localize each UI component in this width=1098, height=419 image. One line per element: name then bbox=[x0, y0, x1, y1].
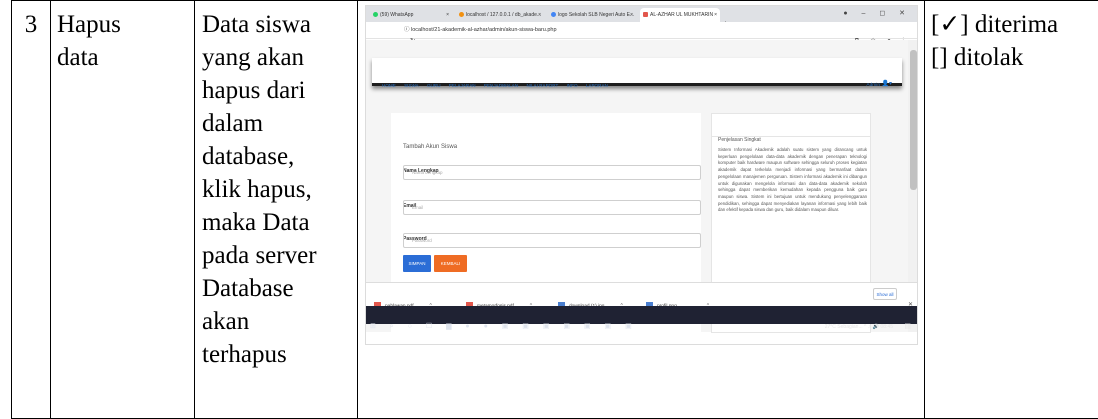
activity-cell: Hapus data bbox=[50, 0, 195, 419]
tab-whatsapp[interactable]: (59) WhatsApp × bbox=[370, 8, 452, 22]
url-text: localhost/21-akademik-al-azhar/admin/aku… bbox=[411, 27, 557, 33]
nav-item-info[interactable]: INFO bbox=[567, 83, 578, 88]
notification-icon[interactable]: ▤ bbox=[904, 310, 911, 343]
result-rejected: [] ditolak bbox=[931, 44, 1024, 71]
nav-item-home[interactable]: HOME bbox=[382, 83, 396, 88]
save-button[interactable]: SIMPAN bbox=[403, 255, 431, 272]
tab-google-search[interactable]: logo Sekolah SLB Negeri Auto E... × bbox=[548, 8, 636, 22]
browser-tab-bar: (59) WhatsApp × localhost / 127.0.0.1 / d… bbox=[366, 6, 917, 28]
info-icon: ⓘ bbox=[404, 27, 412, 33]
tab-label: localhost / 127.0.0.1 / db_akade... bbox=[466, 12, 542, 18]
windows-taskbar: ⊞ ⌕ ○ ☐ ▆ ● ● ▣ ▣ ▣ ▣ ▣ ▣ ▣ 27°C Sebagia… bbox=[366, 306, 917, 330]
system-tray[interactable]: 27°C Sebagian... ^ ♫ 🔊 08:45 bbox=[825, 311, 893, 344]
result-accepted: [✓] diterima bbox=[931, 11, 1059, 38]
back-button[interactable]: KEMBALI bbox=[434, 255, 467, 272]
close-icon[interactable]: × bbox=[446, 8, 449, 22]
google-icon bbox=[551, 12, 556, 17]
result-cell: [✓] diterima [] ditolak bbox=[924, 0, 1098, 419]
password-input[interactable]: Password bbox=[403, 233, 701, 248]
close-icon[interactable]: × bbox=[630, 8, 633, 22]
tab-phpmyadmin[interactable]: localhost / 127.0.0.1 / db_akade... × bbox=[456, 8, 544, 22]
divider bbox=[712, 136, 870, 137]
address-bar: ← → ↻ ⓘ localhost/21-akademik-al-azhar/a… bbox=[366, 22, 917, 45]
nav-item-siswa[interactable]: SISWA bbox=[404, 83, 419, 88]
nav-item-penjadwalan[interactable]: PENJADWALAN bbox=[484, 83, 518, 88]
taskbar-app-icons[interactable]: ⊞ ⌕ ○ ☐ ▆ ● ● ▣ ▣ ▣ ▣ ▣ ▣ ▣ bbox=[370, 310, 638, 343]
tab-label: AL-AZHAR UL MUKHTARIN bbox=[650, 12, 714, 18]
close-icon[interactable]: × bbox=[538, 8, 541, 22]
tab-label: (59) WhatsApp bbox=[380, 12, 414, 18]
nav-item-nilai-raport[interactable]: NILAI RAPORT bbox=[526, 83, 558, 88]
close-icon[interactable]: × bbox=[714, 8, 717, 22]
site-icon bbox=[643, 12, 648, 17]
phpmyadmin-icon bbox=[459, 12, 464, 17]
panel-text: Sistem Informasi Akademik adalah suatu s… bbox=[718, 147, 867, 213]
row-number: 3 bbox=[11, 0, 51, 419]
description-cell: Data siswa yang akan hapus dari dalam da… bbox=[194, 0, 358, 419]
table-row: 3 Hapus data Data siswa yang akan hapus … bbox=[11, 0, 1098, 419]
downloads-bar: pahlawan.pdf^ metamorfosis.pdf^ download… bbox=[366, 282, 917, 310]
site-navbar: HOME SISWA GURU PELAJARAN PENJADWALAN NI… bbox=[372, 58, 902, 88]
url-field[interactable]: ⓘ localhost/21-akademik-al-azhar/admin/a… bbox=[404, 25, 844, 36]
scrollbar-thumb[interactable] bbox=[910, 50, 917, 190]
whatsapp-icon bbox=[373, 12, 378, 17]
show-all-button[interactable]: Show all bbox=[873, 288, 897, 300]
test-case-table: 3 Hapus data Data siswa yang akan hapus … bbox=[11, 0, 1098, 419]
nav-menu: HOME SISWA GURU PELAJARAN PENJADWALAN NI… bbox=[382, 69, 615, 102]
tab-label: logo Sekolah SLB Negeri Auto E... bbox=[558, 12, 635, 18]
nav-item-pelajaran[interactable]: PELAJARAN bbox=[449, 83, 476, 88]
email-input[interactable]: Email bbox=[403, 200, 701, 215]
tab-al-azhar[interactable]: AL-AZHAR UL MUKHTARIN × bbox=[640, 8, 720, 22]
admin-menu[interactable]: Admin bbox=[866, 69, 880, 102]
nav-item-laporan[interactable]: LAPORAN bbox=[586, 83, 608, 88]
nav-item-guru[interactable]: GURU bbox=[427, 83, 441, 88]
screenshot-cell: (59) WhatsApp × localhost / 127.0.0.1 / d… bbox=[357, 0, 925, 419]
name-input[interactable]: Nama Lengkap bbox=[403, 165, 701, 180]
user-icon[interactable]: 👤▾ bbox=[882, 68, 892, 101]
browser-screenshot: (59) WhatsApp × localhost / 127.0.0.1 / d… bbox=[365, 5, 918, 345]
window-controls[interactable]: ● – ◻ ✕ bbox=[843, 6, 911, 21]
